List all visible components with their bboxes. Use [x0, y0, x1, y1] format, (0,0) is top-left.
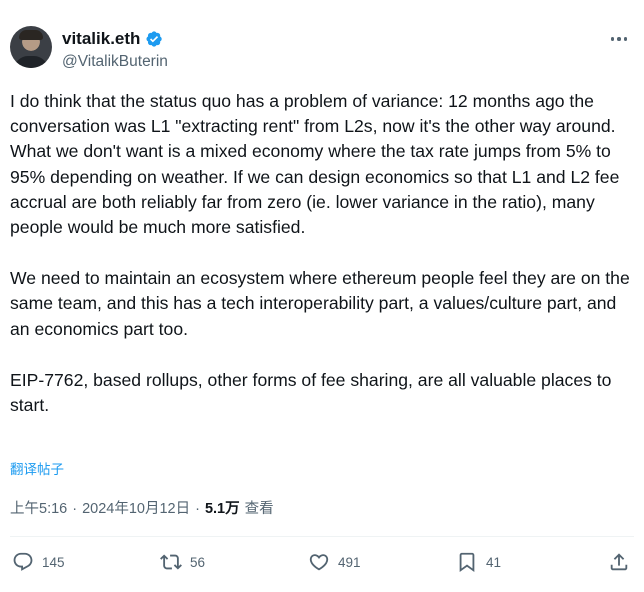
- avatar-hair: [19, 30, 43, 40]
- divider: [10, 536, 634, 537]
- more-dot: [617, 37, 621, 41]
- heart-icon: [309, 554, 329, 571]
- retweet-button[interactable]: 56: [160, 551, 205, 573]
- verified-badge-icon: [146, 31, 163, 47]
- retweet-icon: [160, 554, 182, 570]
- meta-separator: ·: [72, 501, 78, 517]
- reply-count: 145: [42, 554, 65, 570]
- action-bar: 145 56 491 41: [12, 551, 632, 577]
- more-horizontal-icon[interactable]: [608, 32, 630, 46]
- views-count: 5.1万: [204, 501, 240, 517]
- display-name[interactable]: vitalik.eth: [62, 28, 140, 50]
- meta-separator: ·: [195, 501, 200, 517]
- handle[interactable]: @VitalikButerin: [62, 52, 168, 72]
- tweet: vitalik.eth @VitalikButerin I do think t…: [0, 0, 644, 592]
- like-count: 491: [338, 554, 361, 570]
- tweet-paragraph: EIP-7762, based rollups, other forms of …: [10, 369, 612, 416]
- reply-icon: [13, 552, 33, 571]
- avatar-shirt: [14, 56, 48, 68]
- like-button[interactable]: 491: [308, 551, 361, 573]
- share-button[interactable]: [608, 551, 630, 573]
- bookmark-button[interactable]: 41: [456, 551, 501, 573]
- retweet-count: 56: [190, 554, 206, 570]
- reply-button[interactable]: 145: [12, 551, 65, 573]
- name-row: vitalik.eth: [62, 28, 163, 50]
- tweet-time[interactable]: 上午5:16: [10, 499, 67, 519]
- more-dot: [610, 37, 615, 41]
- tweet-date[interactable]: 2024年10月12日: [82, 499, 190, 519]
- more-dot: [623, 37, 628, 41]
- tweet-paragraph: We need to maintain an ecosystem where e…: [10, 268, 630, 339]
- bookmark-count: 41: [486, 554, 502, 570]
- share-icon: [610, 553, 628, 571]
- translate-link[interactable]: 翻译帖子: [10, 461, 64, 479]
- tweet-header: vitalik.eth @VitalikButerin: [10, 26, 634, 74]
- avatar[interactable]: [10, 26, 52, 68]
- tweet-text: I do think that the status quo has a pro…: [10, 89, 634, 418]
- views-label: 查看: [244, 501, 274, 517]
- tweet-meta: 上午5:16 · 2024年10月12日 · 5.1万 查看: [10, 499, 274, 519]
- bookmark-icon: [459, 552, 475, 573]
- tweet-paragraph: I do think that the status quo has a pro…: [10, 91, 620, 238]
